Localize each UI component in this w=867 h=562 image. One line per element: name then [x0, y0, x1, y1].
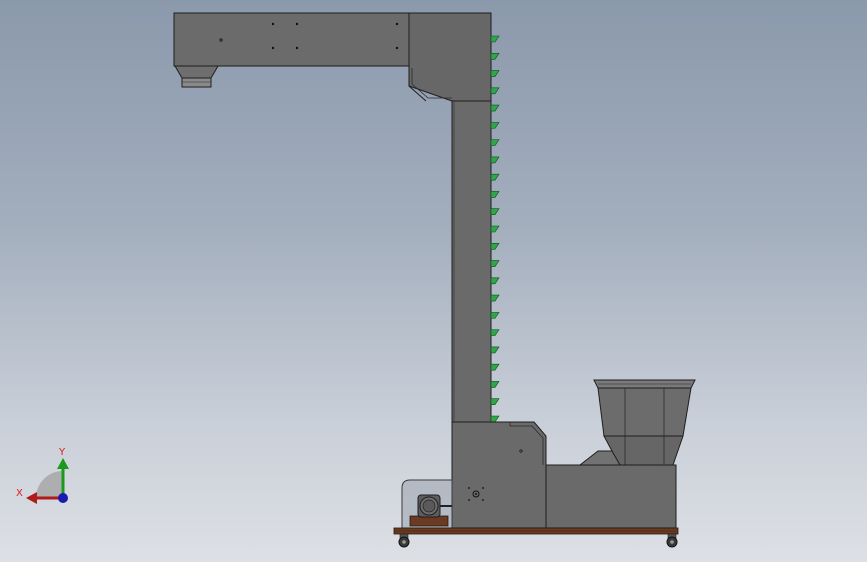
elevator-bucket — [490, 122, 500, 129]
elevator-bucket — [490, 346, 500, 354]
elevator-bucket — [490, 225, 500, 233]
elevator-bucket — [490, 415, 500, 423]
elevator-bucket — [490, 104, 500, 112]
elevator-bucket — [490, 156, 500, 164]
discharge-head — [173, 12, 492, 102]
boot-section — [451, 421, 547, 529]
z-axis-dot — [58, 493, 68, 503]
discharge-chute — [174, 65, 219, 88]
elevator-bucket — [490, 35, 500, 43]
elevator-model: Y X — [16, 12, 696, 548]
caster-wheel-right — [666, 536, 678, 548]
y-axis-label: Y — [58, 447, 66, 458]
elevator-bucket — [490, 139, 500, 146]
elevator-bucket — [490, 52, 500, 60]
elevator-bucket — [490, 363, 500, 371]
elevator-bucket — [490, 70, 500, 77]
elevator-bucket — [490, 191, 500, 198]
base-frame — [393, 527, 679, 540]
view-orientation-triad: Y X — [16, 447, 69, 504]
elevator-bucket — [490, 381, 500, 388]
elevator-bucket — [490, 398, 500, 406]
feed-hopper — [545, 379, 696, 529]
cad-viewport[interactable]: Y X — [0, 0, 867, 562]
bucket-chain — [490, 35, 500, 423]
triad-plane — [36, 471, 63, 498]
elevator-bucket — [490, 329, 500, 336]
elevator-bucket — [490, 260, 500, 267]
elevator-column — [451, 100, 492, 423]
elevator-bucket — [490, 173, 500, 181]
elevator-bucket — [490, 208, 500, 216]
caster-wheel-left — [398, 536, 410, 548]
drive-motor — [401, 479, 453, 529]
elevator-bucket — [490, 87, 500, 95]
elevator-bucket — [490, 277, 500, 285]
elevator-bucket — [490, 312, 500, 319]
x-axis-label: X — [16, 488, 23, 499]
elevator-bucket — [490, 294, 500, 302]
elevator-bucket — [490, 242, 500, 250]
